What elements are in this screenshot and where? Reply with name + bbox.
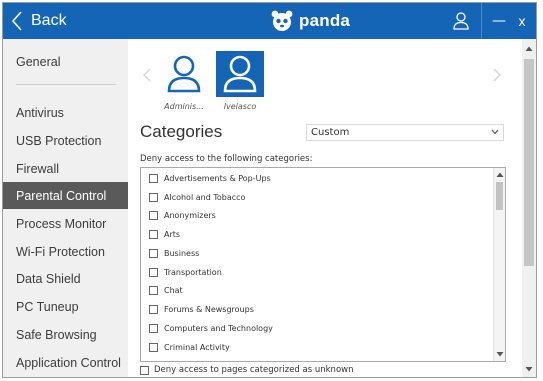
arrow-down-icon[interactable] xyxy=(525,365,533,373)
brand-name: panda xyxy=(299,11,351,30)
sidebar-item-wifi-protection[interactable]: Wi-Fi Protection xyxy=(3,238,128,265)
user-icon xyxy=(223,55,257,93)
category-item-business[interactable]: Business xyxy=(149,246,199,260)
checkbox[interactable] xyxy=(149,342,158,352)
sidebar-item-general[interactable]: General xyxy=(3,48,128,75)
category-item-forums[interactable]: Forums & Newsgroups xyxy=(149,302,254,316)
user-account-button[interactable] xyxy=(441,3,481,39)
category-item-advertisements[interactable]: Advertisements & Pop-Ups xyxy=(149,171,271,185)
category-item-transportation[interactable]: Transportation xyxy=(149,265,222,279)
sidebar-item-firewall[interactable]: Firewall xyxy=(3,155,128,182)
app-window: Back panda — x General Antivirus USB Pro… xyxy=(2,2,537,378)
user-tile-admin[interactable] xyxy=(160,51,208,97)
category-list-scrollbar[interactable] xyxy=(493,168,505,361)
panda-logo-icon xyxy=(271,10,293,31)
user-name-lvelasco: lvelasco xyxy=(223,102,257,111)
category-label: Arts xyxy=(164,229,181,239)
category-item-computers[interactable]: Computers and Technology xyxy=(149,321,273,335)
category-label: Chat xyxy=(164,285,183,295)
arrow-up-icon[interactable] xyxy=(525,45,533,53)
category-item-criminal-activity[interactable]: Criminal Activity xyxy=(149,340,230,354)
sidebar-item-data-shield[interactable]: Data Shield xyxy=(3,265,128,292)
category-mode-select[interactable]: Custom xyxy=(306,124,504,141)
minimize-button[interactable]: — xyxy=(489,3,509,39)
checkbox[interactable] xyxy=(149,173,158,183)
close-button[interactable]: x xyxy=(511,3,533,39)
sidebar-nav: General Antivirus USB Protection Firewal… xyxy=(3,39,128,377)
titlebar-divider xyxy=(481,3,482,39)
categories-heading: Categories xyxy=(140,122,223,141)
user-icon xyxy=(167,55,201,93)
category-label: Transportation xyxy=(164,267,222,277)
panda-logo: panda xyxy=(270,9,350,33)
category-mode-value: Custom xyxy=(311,127,350,138)
chevron-right-icon xyxy=(493,68,502,82)
checkbox[interactable] xyxy=(149,323,158,333)
checkbox[interactable] xyxy=(149,285,158,295)
user-icon xyxy=(453,12,469,30)
sidebar-item-application-control[interactable]: Application Control xyxy=(3,349,128,376)
carousel-prev-button[interactable] xyxy=(142,67,153,83)
user-tile-lvelasco[interactable] xyxy=(216,51,264,97)
category-label: Alcohol and Tobacco xyxy=(164,192,246,202)
main-scrollbar[interactable] xyxy=(522,39,536,377)
arrow-down-icon[interactable] xyxy=(496,350,504,358)
sidebar-item-antivirus[interactable]: Antivirus xyxy=(3,99,128,126)
chevron-left-icon xyxy=(11,11,22,31)
category-item-anonymizers[interactable]: Anonymizers xyxy=(149,208,216,222)
category-label: Computers and Technology xyxy=(164,323,273,333)
category-item-alcohol-tobacco[interactable]: Alcohol and Tobacco xyxy=(149,190,245,204)
checkbox[interactable] xyxy=(149,248,158,258)
user-name-admin: Adminis... xyxy=(164,102,204,111)
category-item-chat[interactable]: Chat xyxy=(149,283,183,297)
checkbox[interactable] xyxy=(149,210,158,220)
back-label: Back xyxy=(31,12,67,29)
main-panel: Adminis... lvelasco Categories Custom De… xyxy=(128,39,536,377)
checkbox[interactable] xyxy=(149,267,158,277)
sidebar-divider xyxy=(16,84,116,85)
main-scroll-thumb[interactable] xyxy=(524,59,534,266)
sidebar-item-safe-browsing[interactable]: Safe Browsing xyxy=(3,321,128,348)
sidebar-item-usb-protection[interactable]: USB Protection xyxy=(3,127,128,154)
checkbox[interactable] xyxy=(149,229,158,239)
sidebar-item-parental-control[interactable]: Parental Control xyxy=(3,182,128,209)
back-button[interactable]: Back xyxy=(3,3,73,39)
title-bar: Back panda — x xyxy=(3,3,536,39)
category-label: Advertisements & Pop-Ups xyxy=(164,173,271,183)
chevron-down-icon xyxy=(491,129,499,135)
checkbox[interactable] xyxy=(149,192,158,202)
deny-unknown-option[interactable]: Deny access to pages categorized as unkn… xyxy=(140,365,353,375)
category-label: Business xyxy=(164,248,200,258)
category-label: Criminal Activity xyxy=(164,342,230,352)
category-label: Anonymizers xyxy=(164,210,216,220)
category-item-arts[interactable]: Arts xyxy=(149,227,180,241)
deny-categories-label: Deny access to the following categories: xyxy=(140,154,313,164)
chevron-left-icon xyxy=(142,68,151,82)
checkbox[interactable] xyxy=(140,365,149,375)
sidebar-item-process-monitor[interactable]: Process Monitor xyxy=(3,210,128,237)
arrow-up-icon[interactable] xyxy=(496,171,504,179)
carousel-next-button[interactable] xyxy=(493,67,503,83)
category-list: Advertisements & Pop-Ups Alcohol and Tob… xyxy=(140,167,506,362)
deny-unknown-label: Deny access to pages categorized as unkn… xyxy=(154,365,354,375)
category-list-scroll-thumb[interactable] xyxy=(496,182,503,210)
sidebar-item-pc-tuneup[interactable]: PC Tuneup xyxy=(3,293,128,320)
checkbox[interactable] xyxy=(149,304,158,314)
category-label: Forums & Newsgroups xyxy=(164,304,254,314)
